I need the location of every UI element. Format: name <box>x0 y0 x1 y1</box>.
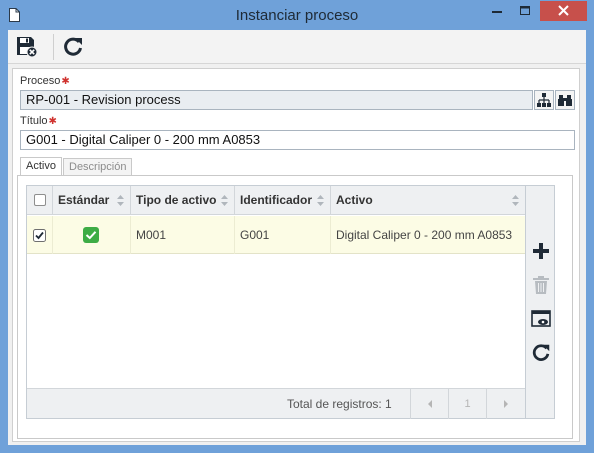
sort-icon <box>117 195 124 206</box>
select-all-cell <box>27 186 53 215</box>
column-label: Identificador <box>240 193 313 207</box>
table-row[interactable]: M001 G001 Digital Caliper 0 - 200 mm A08… <box>27 216 525 254</box>
delete-button[interactable] <box>530 274 552 296</box>
grid-footer: Total de registros: 1 1 <box>27 388 525 419</box>
column-header-identifier[interactable]: Identificador <box>235 186 331 215</box>
refresh-icon <box>64 37 82 56</box>
record-count: Total de registros: 1 <box>287 397 392 411</box>
close-icon <box>558 5 569 16</box>
grid-actions <box>526 185 555 419</box>
identifier-cell: G001 <box>235 216 331 254</box>
process-field[interactable]: RP-001 - Revision process <box>20 90 533 110</box>
add-button[interactable] <box>530 240 552 262</box>
tab-descripcion[interactable]: Descripción <box>63 158 133 176</box>
asset-cell: Digital Caliper 0 - 200 mm A0853 <box>336 228 513 242</box>
title-bar[interactable]: Instanciar proceso <box>0 0 594 30</box>
column-header-standard[interactable]: Estándar <box>53 186 131 215</box>
dialog-window: Instanciar proceso Proceso✱ RP-001 - Rev… <box>0 0 594 453</box>
process-label: Proceso✱ <box>20 75 70 87</box>
tab-panel-activo: Estándar Tipo de activo Identificador Ac… <box>17 175 573 439</box>
row-checkbox[interactable] <box>33 229 46 242</box>
page-number[interactable]: 1 <box>448 389 486 419</box>
title-label-text: Título <box>20 115 48 127</box>
refresh-grid-button[interactable] <box>530 342 552 364</box>
dialog-body: Proceso✱ RP-001 - Revision process Títul… <box>8 30 586 445</box>
chevron-right-icon <box>503 400 508 409</box>
sort-icon <box>221 195 228 206</box>
save-close-icon <box>17 37 38 58</box>
hierarchy-icon <box>537 93 551 107</box>
column-header-asset-type[interactable]: Tipo de activo <box>131 186 235 215</box>
refresh-icon <box>532 344 550 361</box>
close-button[interactable] <box>540 1 587 21</box>
title-label: Título✱ <box>20 115 57 127</box>
standard-cell <box>53 216 131 254</box>
tab-activo[interactable]: Activo <box>20 157 62 176</box>
grid-header: Estándar Tipo de activo Identificador Ac… <box>27 186 525 215</box>
toolbar <box>8 30 586 64</box>
form-panel: Proceso✱ RP-001 - Revision process Títul… <box>12 68 580 442</box>
maximize-button[interactable] <box>512 1 538 21</box>
title-field[interactable]: G001 - Digital Caliper 0 - 200 mm A0853 <box>20 130 575 150</box>
process-search-button[interactable] <box>555 90 575 110</box>
chevron-left-icon <box>427 400 432 409</box>
sort-icon <box>512 195 519 206</box>
process-label-text: Proceso <box>20 75 61 87</box>
column-label: Activo <box>336 193 373 207</box>
required-marker: ✱ <box>61 76 70 87</box>
next-page-button[interactable] <box>486 389 524 419</box>
prev-page-button[interactable] <box>410 389 448 419</box>
column-label: Estándar <box>58 193 110 207</box>
maximize-icon <box>520 6 530 15</box>
binoculars-icon <box>558 95 572 106</box>
toolbar-separator <box>53 34 54 60</box>
column-label: Tipo de activo <box>136 193 217 207</box>
view-button[interactable] <box>530 308 552 330</box>
minimize-icon <box>492 11 502 13</box>
trash-icon <box>533 276 549 294</box>
check-icon <box>83 227 99 243</box>
column-header-asset[interactable]: Activo <box>331 186 525 215</box>
required-marker: ✱ <box>48 116 57 127</box>
sort-icon <box>317 195 324 206</box>
asset-type-cell: M001 <box>131 216 235 254</box>
refresh-button[interactable] <box>61 35 85 59</box>
row-select-cell <box>27 216 53 254</box>
window-eye-icon <box>531 310 551 327</box>
save-and-close-button[interactable] <box>15 35 39 59</box>
asset-grid: Estándar Tipo de activo Identificador Ac… <box>26 185 526 419</box>
select-all-checkbox[interactable] <box>34 194 46 206</box>
minimize-button[interactable] <box>484 1 510 21</box>
process-tree-button[interactable] <box>534 90 554 110</box>
plus-icon <box>533 243 549 259</box>
